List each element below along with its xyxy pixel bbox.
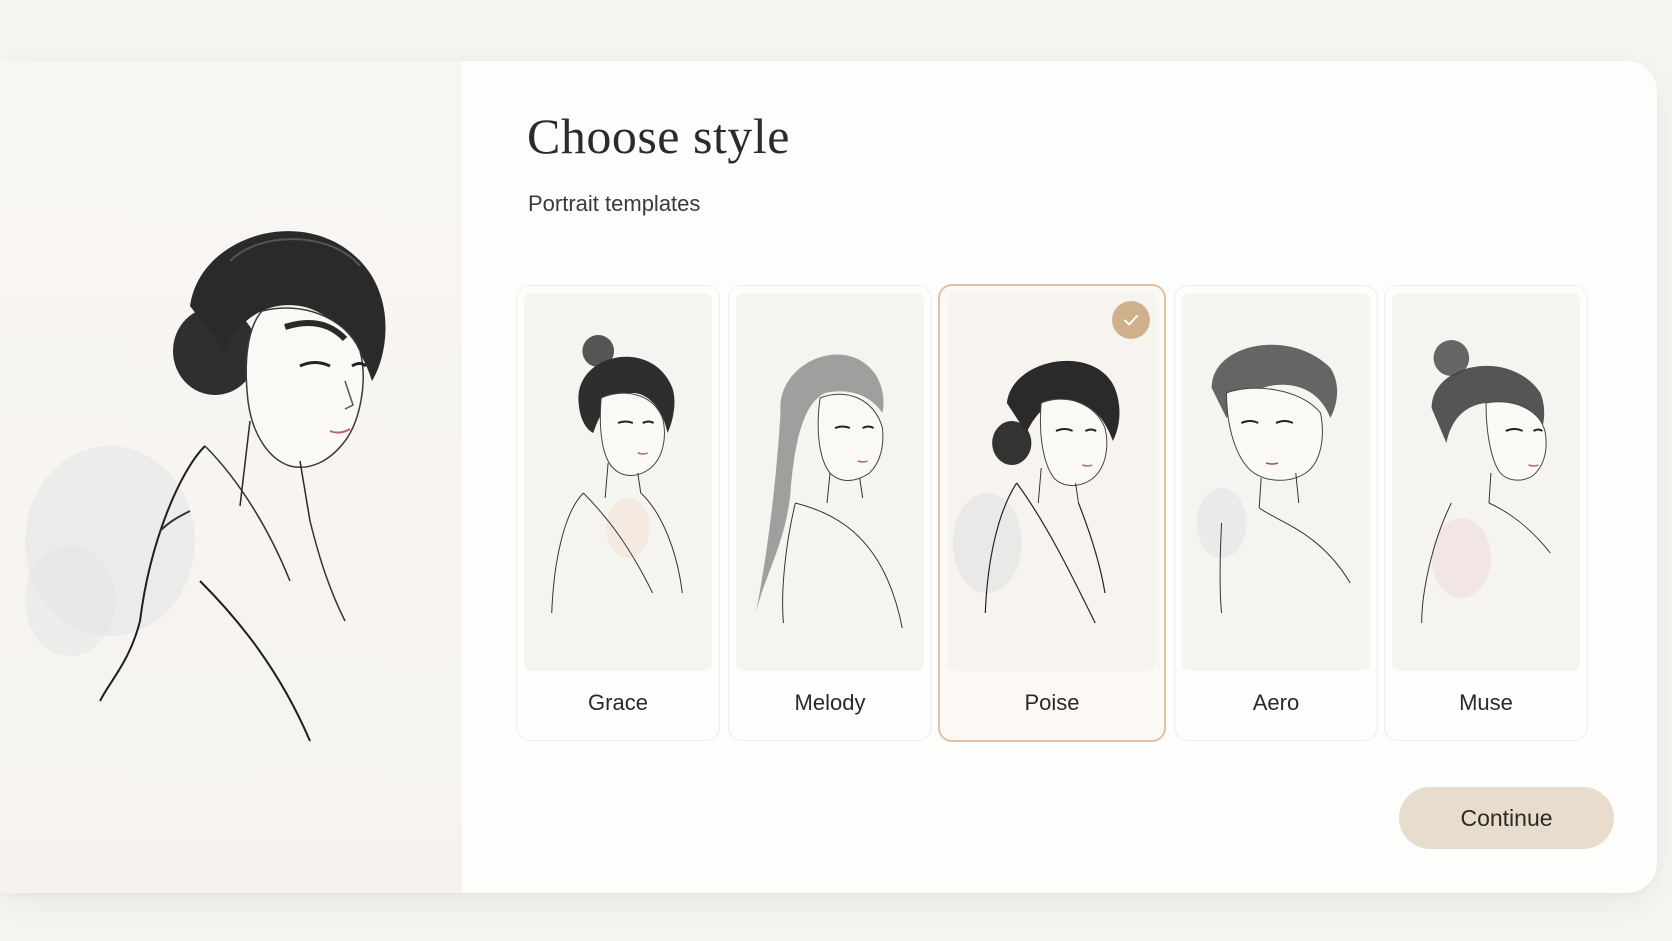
- template-card-poise[interactable]: Poise: [938, 284, 1166, 742]
- portrait-sketch: [755, 354, 903, 629]
- content-area: Choose style Portrait templates Grace Me…: [462, 61, 1657, 893]
- template-thumbnail: [948, 293, 1156, 671]
- template-name: Melody: [794, 690, 866, 715]
- portrait-sketch: [551, 335, 683, 614]
- portrait-sketch: [1421, 340, 1551, 624]
- template-card-muse[interactable]: Muse: [1384, 285, 1588, 741]
- template-card-aero[interactable]: Aero: [1174, 285, 1378, 741]
- check-icon: [1112, 301, 1150, 339]
- template-name: Poise: [1024, 690, 1080, 715]
- template-thumbnail: [524, 293, 712, 671]
- preview-portrait-illustration: [25, 231, 386, 742]
- template-name: Grace: [588, 690, 648, 715]
- preview-panel: [0, 61, 462, 893]
- template-card-grace[interactable]: Grace: [516, 285, 720, 741]
- page-subtitle: Portrait templates: [528, 191, 701, 216]
- template-card-melody[interactable]: Melody: [728, 285, 932, 741]
- template-thumbnail: [736, 293, 924, 671]
- template-name: Aero: [1252, 690, 1300, 715]
- template-name: Muse: [1459, 690, 1513, 715]
- template-thumbnail: [1392, 293, 1580, 671]
- continue-button[interactable]: Continue: [1399, 787, 1614, 849]
- portrait-sketch: [952, 360, 1120, 624]
- style-dialog: Choose style Portrait templates Grace Me…: [0, 61, 1657, 893]
- page-title: Choose style: [527, 108, 790, 164]
- portrait-sketch: [1196, 344, 1351, 614]
- template-thumbnail: [1182, 293, 1370, 671]
